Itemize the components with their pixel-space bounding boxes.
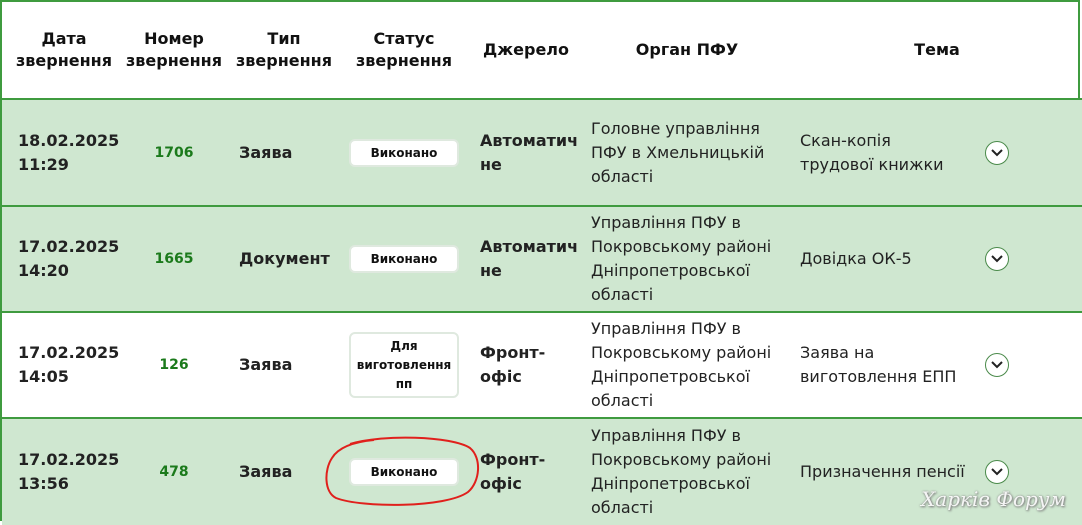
date-value: 18.02.2025 — [18, 130, 120, 150]
appeal-number: 478 — [159, 464, 189, 480]
organ-line: Покровському районі — [591, 450, 772, 469]
organ-line: ПФУ в Хмельницькій — [591, 142, 765, 162]
table-row[interactable]: 17.02.2025 14:05 126 Заява Для виготовленн… — [2, 313, 1082, 419]
expand-cell — [982, 100, 1012, 205]
organ-cell: Головне управління ПФУ в Хмельницькій об… — [591, 100, 791, 205]
time-value: 13:56 — [18, 474, 69, 493]
organ-line: області — [591, 391, 654, 410]
status-line: пп — [395, 376, 413, 391]
column-header-type: Тип звернення — [235, 29, 332, 70]
source-line: Автоматич — [480, 237, 579, 256]
source-cell: Автоматич не — [480, 207, 580, 311]
appeal-type: Документ — [239, 249, 330, 268]
chevron-down-icon — [991, 255, 1003, 263]
appeal-type: Заява — [239, 142, 293, 162]
appeals-table: Дата звернення Номер звернення Тип зверн… — [0, 0, 1082, 525]
appeal-type: Заява — [239, 355, 293, 374]
expand-row-button[interactable] — [985, 460, 1009, 484]
chevron-down-icon — [991, 468, 1003, 476]
topic-line: виготовлення ЕПП — [800, 367, 957, 386]
organ-line: Головне управління — [591, 118, 760, 138]
organ-line: Дніпропетровської — [591, 474, 750, 493]
column-header-date: Дата звернення — [15, 29, 112, 70]
column-header-number: Номер звернення — [125, 29, 222, 70]
organ-line: області — [591, 166, 654, 186]
date-value: 17.02.2025 — [18, 237, 120, 256]
organ-line: області — [591, 498, 654, 517]
date-cell: 17.02.2025 13:56 — [18, 419, 123, 525]
column-header-status: Статус звернення — [355, 29, 452, 70]
table-row[interactable]: 17.02.2025 13:56 478 Заява Виконано Фронт… — [2, 419, 1082, 525]
date-cell: 18.02.2025 11:29 — [18, 100, 123, 205]
topic-line: трудової книжки — [800, 154, 944, 174]
date-value: 17.02.2025 — [18, 450, 120, 469]
organ-line: Управління ПФУ в — [591, 213, 741, 232]
organ-line: Дніпропетровської — [591, 261, 750, 280]
column-header-topic: Тема — [914, 40, 960, 59]
appeal-number: 1706 — [154, 144, 194, 161]
table-row[interactable]: 17.02.2025 14:20 1665 Документ Виконано А… — [2, 207, 1082, 313]
status-cell: Виконано — [340, 100, 468, 205]
source-line: Фронт- — [480, 450, 546, 469]
expand-row-button[interactable] — [985, 353, 1009, 377]
chevron-down-icon — [991, 361, 1003, 369]
time-value: 14:20 — [18, 261, 69, 280]
date-cell: 17.02.2025 14:20 — [18, 207, 123, 311]
organ-line: Управління ПФУ в — [591, 319, 741, 338]
red-annotation-circle — [325, 436, 479, 506]
topic-line: Заява на — [800, 343, 875, 362]
table-header: Дата звернення Номер звернення Тип зверн… — [2, 2, 1082, 100]
table-row[interactable]: 18.02.2025 11:29 1706 Заява Виконано Авто… — [2, 100, 1082, 207]
time-value: 11:29 — [18, 154, 69, 174]
topic-cell: Заява на виготовлення ЕПП — [800, 313, 970, 417]
status-badge: Для виготовлення пп — [349, 332, 459, 398]
source-cell: Фронт-офіс — [480, 419, 580, 525]
organ-line: області — [591, 285, 654, 304]
organ-cell: Управління ПФУ в Покровському районі Дні… — [591, 207, 791, 311]
forum-watermark: Харків Форум — [921, 487, 1066, 511]
source-line: офіс — [480, 367, 522, 386]
date-cell: 17.02.2025 14:05 — [18, 313, 123, 417]
organ-line: Дніпропетровської — [591, 367, 750, 386]
status-line: Для — [390, 338, 418, 353]
source-cell: Фронт-офіс — [480, 313, 580, 417]
chevron-down-icon — [991, 148, 1003, 156]
organ-line: Покровському районі — [591, 343, 772, 362]
status-cell: Для виготовлення пп — [340, 313, 468, 417]
organ-line: Управління ПФУ в — [591, 426, 741, 445]
status-badge: Виконано — [349, 138, 459, 167]
source-cell: Автоматич не — [480, 100, 580, 205]
topic-cell: Довідка ОК-5 — [800, 207, 970, 311]
status-cell: Виконано — [340, 207, 468, 311]
source-line: Фронт- — [480, 343, 546, 362]
column-header-organ: Орган ПФУ — [635, 40, 739, 59]
expand-cell — [982, 207, 1012, 311]
appeal-number: 126 — [159, 357, 189, 373]
time-value: 14:05 — [18, 367, 69, 386]
topic-line: Довідка ОК-5 — [800, 249, 912, 268]
topic-line: Призначення пенсії — [800, 462, 965, 481]
topic-cell: Скан-копія трудової книжки — [800, 100, 970, 205]
expand-cell — [982, 313, 1012, 417]
source-line: не — [480, 154, 502, 174]
topic-line: Скан-копія — [800, 130, 891, 150]
status-badge: Виконано — [349, 245, 459, 273]
source-line: офіс — [480, 474, 522, 493]
status-line: виготовлення — [356, 357, 452, 372]
column-header-source: Джерело — [482, 40, 570, 59]
source-line: не — [480, 261, 502, 280]
organ-cell: Управління ПФУ в Покровському районі Дні… — [591, 419, 791, 525]
appeal-number: 1665 — [154, 251, 194, 267]
date-value: 17.02.2025 — [18, 343, 120, 362]
organ-line: Покровському районі — [591, 237, 772, 256]
source-line: Автоматич — [480, 130, 579, 150]
organ-cell: Управління ПФУ в Покровському районі Дні… — [591, 313, 791, 417]
expand-row-button[interactable] — [985, 247, 1009, 271]
expand-row-button[interactable] — [985, 140, 1009, 165]
